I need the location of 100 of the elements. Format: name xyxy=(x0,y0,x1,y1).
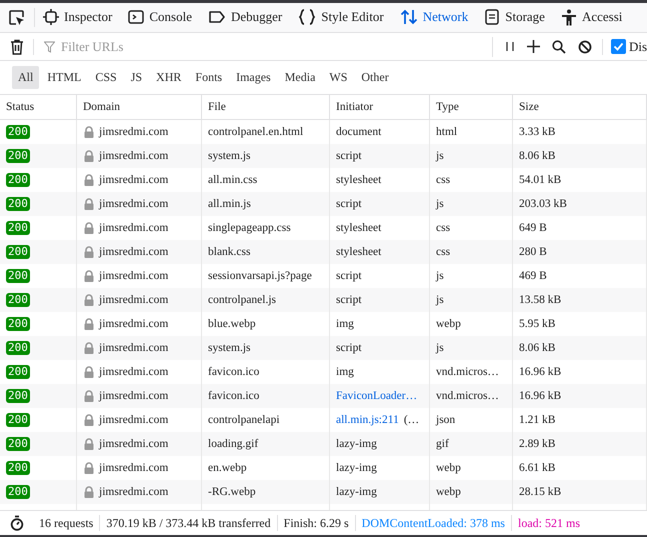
column-header[interactable]: Size xyxy=(513,95,647,119)
size-text: 280 B xyxy=(519,246,547,258)
file-name: blue.webp xyxy=(208,318,256,330)
lock-icon xyxy=(84,486,94,498)
file-name: system.js xyxy=(208,342,250,354)
initiator-note: (… xyxy=(404,414,420,426)
braces-icon xyxy=(298,9,316,25)
type-filter-button[interactable]: JS xyxy=(124,66,148,89)
tag-shape-icon xyxy=(208,10,226,24)
file-name: singlepageapp.css xyxy=(208,222,291,234)
devtools-tab[interactable]: Network xyxy=(392,3,476,32)
type-text: html xyxy=(436,126,458,138)
type-text: webp xyxy=(436,462,461,474)
disable-cache-label: Dis xyxy=(628,38,647,54)
disable-cache-checkbox[interactable] xyxy=(610,39,626,54)
domain-text: jimsredmi.com xyxy=(99,342,168,354)
type-filter-button[interactable]: WS xyxy=(323,66,354,89)
column-header[interactable]: Initiator xyxy=(330,95,430,119)
status-code: 200 xyxy=(6,125,30,139)
size-text: 3.33 kB xyxy=(519,126,556,138)
domain-text: jimsredmi.com xyxy=(99,486,168,498)
inspector-icon xyxy=(43,9,59,25)
size-text: 28.15 kB xyxy=(519,486,562,498)
type-filter-button[interactable]: All xyxy=(12,66,40,89)
domain-text: jimsredmi.com xyxy=(99,198,168,210)
size-text: 2.89 kB xyxy=(519,438,556,450)
type-filter-button[interactable]: CSS xyxy=(89,66,123,89)
initiator-text: stylesheet xyxy=(336,174,382,186)
file-name: controlpanel.en.html xyxy=(208,126,304,138)
status-code: 200 xyxy=(6,437,30,451)
file-name: sessionvarsapi.js?page xyxy=(208,270,312,282)
type-text: vnd.micros… xyxy=(436,390,499,402)
lock-icon xyxy=(84,150,94,162)
initiator-text: script xyxy=(336,198,362,210)
status-code: 200 xyxy=(6,485,30,499)
initiator-text: stylesheet xyxy=(336,222,382,234)
column-header[interactable]: File xyxy=(202,95,330,119)
initiator-link[interactable]: FaviconLoader… xyxy=(336,390,418,402)
status-code: 200 xyxy=(6,389,30,403)
size-text: 16.96 kB xyxy=(519,390,562,402)
file-name: en.webp xyxy=(208,462,247,474)
lock-icon xyxy=(84,318,94,330)
status-code: 200 xyxy=(6,149,30,163)
type-filter-button[interactable]: Images xyxy=(230,66,277,89)
devtools-tab[interactable]: Storage xyxy=(476,3,553,32)
type-text: gif xyxy=(436,438,449,450)
summary-text: DOMContentLoaded: 378 ms xyxy=(360,516,506,530)
size-text: 469 B xyxy=(519,270,547,282)
type-filter-button[interactable]: XHR xyxy=(150,66,188,89)
domain-text: jimsredmi.com xyxy=(99,222,168,234)
file-name: -RG.webp xyxy=(208,486,256,498)
initiator-text: img xyxy=(336,366,354,378)
size-text: 203.03 kB xyxy=(519,198,567,210)
initiator-link[interactable]: all.min.js:211 xyxy=(336,414,399,426)
summary-text: 370.19 kB / 373.44 kB transferred xyxy=(105,516,272,530)
lock-icon xyxy=(84,246,94,258)
funnel-icon xyxy=(44,40,55,52)
lock-icon xyxy=(84,270,94,282)
size-text: 8.06 kB xyxy=(519,150,556,162)
lock-icon xyxy=(84,198,94,210)
domain-text: jimsredmi.com xyxy=(99,174,168,186)
type-text: js xyxy=(436,150,444,162)
size-text: 8.06 kB xyxy=(519,342,556,354)
type-filter-button[interactable]: HTML xyxy=(41,66,88,89)
type-text: json xyxy=(436,414,456,426)
summary-text: load: 521 ms xyxy=(516,516,581,530)
devtools-tab[interactable]: Console xyxy=(120,3,200,32)
domain-text: jimsredmi.com xyxy=(99,246,168,258)
filter-field[interactable]: Filter URLs xyxy=(59,38,263,56)
devtools-tab[interactable]: Accessi xyxy=(552,3,630,32)
lock-icon xyxy=(84,126,94,138)
file-name: controlpanel.js xyxy=(208,294,276,306)
devtools-tab[interactable]: Debugger xyxy=(200,3,290,32)
type-filter-button[interactable]: Other xyxy=(355,66,395,89)
lock-icon xyxy=(84,414,94,426)
domain-text: jimsredmi.com xyxy=(99,462,168,474)
devtools-tab[interactable]: Style Editor xyxy=(290,3,392,32)
size-text: 16.96 kB xyxy=(519,366,562,378)
type-filter-button[interactable]: Media xyxy=(278,66,322,89)
storage-icon xyxy=(484,9,500,25)
status-code: 200 xyxy=(6,245,30,259)
type-text: css xyxy=(436,246,450,258)
lock-icon xyxy=(84,342,94,354)
domain-text: jimsredmi.com xyxy=(99,270,168,282)
column-header[interactable]: Domain xyxy=(77,95,202,119)
file-name: blank.css xyxy=(208,246,250,258)
type-filter-button[interactable]: Fonts xyxy=(189,66,228,89)
column-header[interactable]: Type xyxy=(430,95,513,119)
status-code: 200 xyxy=(6,269,30,283)
initiator-text: script xyxy=(336,150,362,162)
lock-icon xyxy=(84,462,94,474)
initiator-text: lazy-img xyxy=(336,486,377,498)
devtools-tab[interactable]: Inspector xyxy=(35,3,120,32)
size-text: 6.61 kB xyxy=(519,462,556,474)
file-name: system.js xyxy=(208,150,250,162)
file-name: favicon.ico xyxy=(208,366,260,378)
column-header[interactable]: Status xyxy=(0,95,77,119)
type-text: webp xyxy=(436,318,461,330)
lock-icon xyxy=(84,294,94,306)
initiator-text: document xyxy=(336,126,382,138)
